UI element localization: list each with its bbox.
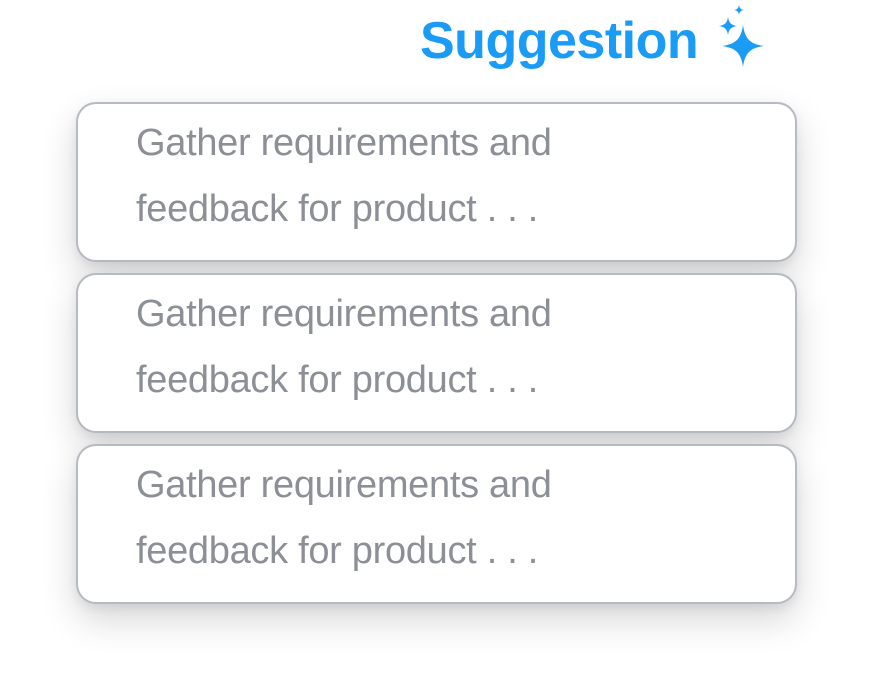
suggestion-text: Gather requirements and feedback for pro…	[136, 452, 755, 584]
suggestion-text-line-1: Gather requirements and	[136, 293, 552, 335]
suggestion-text: Gather requirements and feedback for pro…	[136, 281, 755, 413]
suggestion-card-3[interactable]: Gather requirements and feedback for pro…	[76, 444, 797, 604]
suggestion-text-line-2: feedback for product . . .	[136, 530, 538, 572]
suggestion-panel: Suggestion Gather requirements and feedb…	[0, 0, 873, 691]
sparkle-icon	[719, 5, 765, 67]
suggestion-text-line-1: Gather requirements and	[136, 122, 552, 164]
suggestion-text-line-1: Gather requirements and	[136, 464, 552, 506]
suggestion-list: Gather requirements and feedback for pro…	[76, 102, 797, 615]
suggestion-text-line-2: feedback for product . . .	[136, 188, 538, 230]
suggestion-card-2[interactable]: Gather requirements and feedback for pro…	[76, 273, 797, 433]
suggestion-text: Gather requirements and feedback for pro…	[136, 110, 755, 242]
suggestion-text-line-2: feedback for product . . .	[136, 359, 538, 401]
suggestion-card-1[interactable]: Gather requirements and feedback for pro…	[76, 102, 797, 262]
suggestion-title: Suggestion	[420, 12, 699, 70]
suggestion-header: Suggestion	[420, 0, 772, 82]
